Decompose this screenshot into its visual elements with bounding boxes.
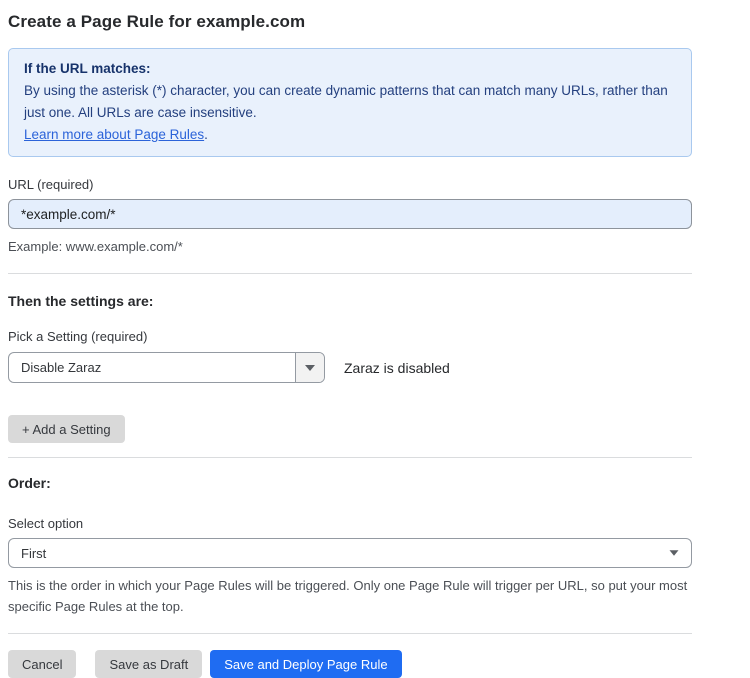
chevron-down-icon [305, 365, 315, 371]
info-box-link-line: Learn more about Page Rules. [24, 124, 676, 146]
setting-row: Disable Zaraz Zaraz is disabled [8, 352, 700, 383]
save-as-draft-button[interactable]: Save as Draft [95, 650, 202, 678]
add-setting-button[interactable]: + Add a Setting [8, 415, 125, 443]
link-suffix: . [204, 127, 208, 142]
page-title: Create a Page Rule for example.com [8, 11, 700, 33]
save-and-deploy-button[interactable]: Save and Deploy Page Rule [210, 650, 401, 678]
setting-status-text: Zaraz is disabled [344, 360, 450, 376]
info-box-heading: If the URL matches: [24, 58, 676, 80]
settings-section-heading: Then the settings are: [8, 293, 700, 309]
divider [8, 457, 692, 458]
url-matches-info-box: If the URL matches: By using the asteris… [8, 48, 692, 157]
learn-more-link[interactable]: Learn more about Page Rules [24, 127, 204, 142]
url-field-label: URL (required) [8, 177, 700, 192]
setting-dropdown-value: Disable Zaraz [9, 353, 295, 382]
url-example-text: Example: www.example.com/* [8, 236, 700, 257]
order-select[interactable]: First [8, 538, 692, 568]
cancel-button[interactable]: Cancel [8, 650, 76, 678]
order-select-label: Select option [8, 516, 700, 531]
setting-dropdown-arrow-button[interactable] [295, 353, 324, 382]
divider [8, 273, 692, 274]
chevron-down-icon [670, 550, 679, 555]
order-section-heading: Order: [8, 475, 700, 491]
setting-dropdown[interactable]: Disable Zaraz [8, 352, 325, 383]
divider [8, 633, 692, 634]
footer-actions: Cancel Save as Draft Save and Deploy Pag… [8, 650, 700, 678]
info-box-body: By using the asterisk (*) character, you… [24, 80, 676, 124]
url-input[interactable] [8, 199, 692, 229]
pick-setting-label: Pick a Setting (required) [8, 329, 700, 344]
order-select-value: First [21, 546, 46, 561]
order-help-text: This is the order in which your Page Rul… [8, 575, 704, 617]
create-page-rule-form: Create a Page Rule for example.com If th… [0, 0, 700, 678]
